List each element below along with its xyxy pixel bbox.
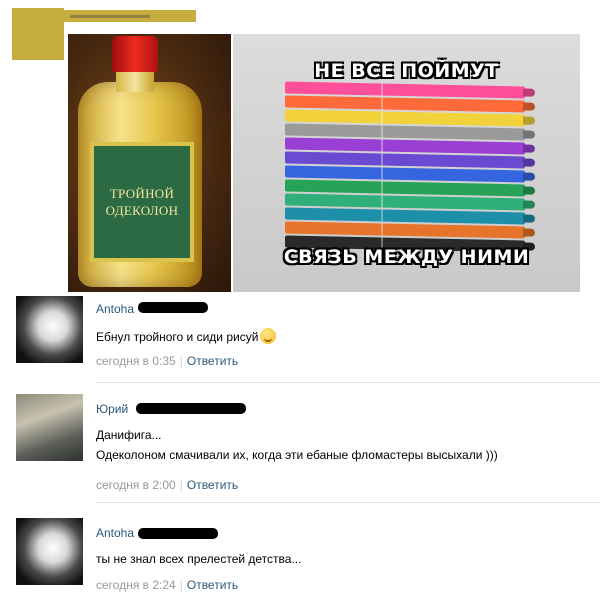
commenter-avatar[interactable] [16,394,83,461]
commenter-name[interactable]: Юрий [96,402,128,416]
comment-meta: сегодня в 2:00 | Ответить [96,478,238,492]
comment: Юрий Данифига... Одеколоном смачивали их… [0,392,600,503]
comment-divider [96,502,600,503]
commenter-name[interactable]: Antoha [96,526,134,540]
comment-divider [96,382,600,383]
commenter-avatar[interactable] [16,296,83,363]
comment-text-line: Данифига... [96,428,162,442]
post-image[interactable]: ТРОЙНОЙ ОДЕКОЛОН НЕ ВСЕ ПОЙМУТ СВЯЗЬ МЕЖ… [68,34,580,292]
meta-separator: | [179,478,183,492]
bottle-label: ТРОЙНОЙ ОДЕКОЛОН [90,142,194,262]
name-redaction [138,302,208,313]
bottle-cap [112,36,158,72]
meme-caption-top: НЕ ВСЕ ПОЙМУТ [314,60,499,82]
comment-text-line: ты не знал всех прелестей детства... [96,552,302,566]
meta-separator: | [179,354,183,368]
felt-tip-markers [285,81,525,253]
comment-timestamp[interactable]: сегодня в 2:00 [96,478,176,492]
comment-text-line: Одеколоном смачивали их, когда эти ебаны… [96,448,498,462]
commenter-name[interactable]: Antoha [96,302,134,316]
comment-text: Ебнул тройного и сиди рисуй [96,328,277,344]
comment-timestamp[interactable]: сегодня в 0:35 [96,354,176,368]
commenter-avatar[interactable] [16,518,83,585]
smile-emoji-icon [260,328,277,344]
name-redaction [138,528,218,539]
meme-caption-bottom: СВЯЗЬ МЕЖДУ НИМИ [283,246,530,268]
post-author-name-redacted [64,10,196,22]
bottle-label-text: ТРОЙНОЙ ОДЕКОЛОН [105,186,179,218]
reply-link[interactable]: Ответить [187,478,238,492]
comment: Antoha Ебнул тройного и сиди рисуй сегод… [0,294,600,384]
comment: Antoha ты не знал всех прелестей детства… [0,516,600,592]
comment-meta: сегодня в 0:35 | Ответить [96,354,238,368]
post-author-avatar[interactable] [12,8,64,60]
comment-text-line: Ебнул тройного и сиди рисуй [96,330,259,344]
post-header [0,0,600,60]
markers-photo: НЕ ВСЕ ПОЙМУТ СВЯЗЬ МЕЖДУ НИМИ [233,34,580,292]
name-redaction [136,403,246,414]
reply-link[interactable]: Ответить [187,354,238,368]
cologne-photo: ТРОЙНОЙ ОДЕКОЛОН [68,34,231,292]
